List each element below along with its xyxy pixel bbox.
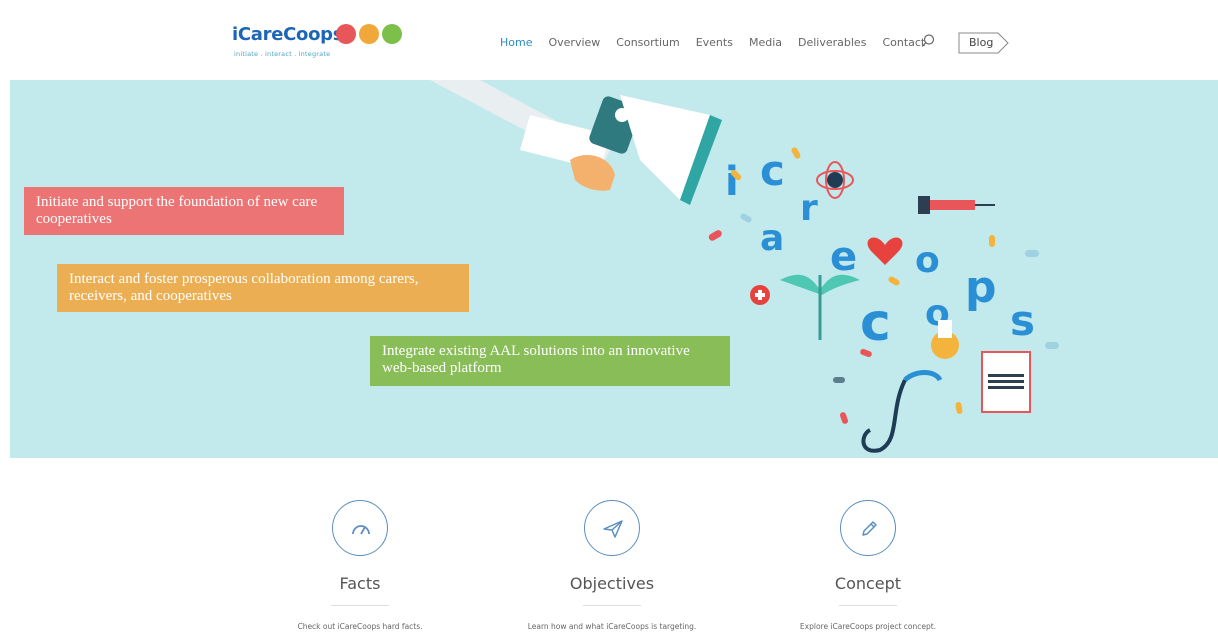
logo-dots bbox=[336, 24, 402, 44]
logo-dot-orange bbox=[359, 24, 379, 44]
svg-text:a: a bbox=[760, 218, 784, 259]
site-logo[interactable]: iCareCoops initiate . interact . integra… bbox=[232, 22, 432, 66]
svg-text:p: p bbox=[965, 262, 997, 313]
blog-button[interactable]: Blog bbox=[958, 32, 1010, 54]
hero-banner-interact: Interact and foster prosperous collabora… bbox=[57, 264, 469, 312]
pencil-icon bbox=[862, 521, 877, 536]
hero-banner-integrate: Integrate existing AAL solutions into an… bbox=[370, 336, 730, 386]
svg-text:i: i bbox=[725, 159, 739, 205]
nav-contact[interactable]: Contact bbox=[882, 36, 925, 49]
svg-text:s: s bbox=[1010, 296, 1035, 345]
nav-events[interactable]: Events bbox=[696, 36, 733, 49]
nav-overview[interactable]: Overview bbox=[548, 36, 600, 49]
svg-text:r: r bbox=[800, 188, 818, 229]
svg-text:o: o bbox=[915, 240, 940, 281]
paper-plane-icon bbox=[603, 520, 623, 538]
feature-section: Facts Check out iCareCoops hard facts. O… bbox=[0, 470, 1218, 634]
feature-facts-description: Check out iCareCoops hard facts. bbox=[297, 622, 423, 631]
hero-banner-initiate-text: Initiate and support the foundation of n… bbox=[36, 194, 318, 227]
svg-text:e: e bbox=[830, 234, 857, 280]
logo-text: iCareCoops bbox=[232, 24, 344, 45]
feature-facts-divider bbox=[331, 605, 389, 606]
hero-banner-integrate-text: Integrate existing AAL solutions into an… bbox=[382, 343, 690, 376]
feature-concept-description: Explore iCareCoops project concept. bbox=[799, 622, 937, 631]
nav-home[interactable]: Home bbox=[500, 36, 532, 49]
gauge-icon bbox=[352, 525, 370, 535]
blog-button-label: Blog bbox=[969, 36, 994, 49]
logo-tagline: initiate . interact . integrate bbox=[234, 50, 331, 58]
nav-media[interactable]: Media bbox=[749, 36, 782, 49]
logo-dot-red bbox=[336, 24, 356, 44]
feature-objectives-title: Objectives bbox=[569, 574, 655, 593]
feature-concept-title: Concept bbox=[834, 574, 902, 593]
svg-text:c: c bbox=[860, 293, 891, 353]
hero-banner-initiate: Initiate and support the foundation of n… bbox=[24, 187, 344, 235]
feature-facts-title: Facts bbox=[339, 574, 381, 593]
feature-concept[interactable]: Concept Explore iCareCoops project conce… bbox=[728, 500, 1008, 631]
hero-banner-interact-text: Interact and foster prosperous collabora… bbox=[69, 271, 419, 304]
nav-deliverables[interactable]: Deliverables bbox=[798, 36, 866, 49]
site-header: iCareCoops initiate . interact . integra… bbox=[0, 0, 1218, 80]
nav-consortium[interactable]: Consortium bbox=[616, 36, 679, 49]
feature-concept-circle[interactable] bbox=[840, 500, 896, 556]
feature-facts-circle[interactable] bbox=[332, 500, 388, 556]
feature-concept-divider bbox=[839, 605, 897, 606]
logo-dot-green bbox=[382, 24, 402, 44]
hero-slider: i c r a e o p s c o Initiate and support… bbox=[10, 80, 1218, 458]
feature-objectives-divider bbox=[583, 605, 641, 606]
svg-text:c: c bbox=[760, 146, 785, 195]
main-nav: Home Overview Consortium Events Media De… bbox=[500, 36, 941, 49]
feature-objectives[interactable]: Objectives Learn how and what iCareCoops… bbox=[472, 500, 752, 631]
feature-objectives-circle[interactable] bbox=[584, 500, 640, 556]
feature-facts[interactable]: Facts Check out iCareCoops hard facts. bbox=[220, 500, 500, 631]
feature-objectives-description: Learn how and what iCareCoops is targeti… bbox=[527, 622, 697, 631]
search-icon[interactable] bbox=[920, 33, 936, 49]
